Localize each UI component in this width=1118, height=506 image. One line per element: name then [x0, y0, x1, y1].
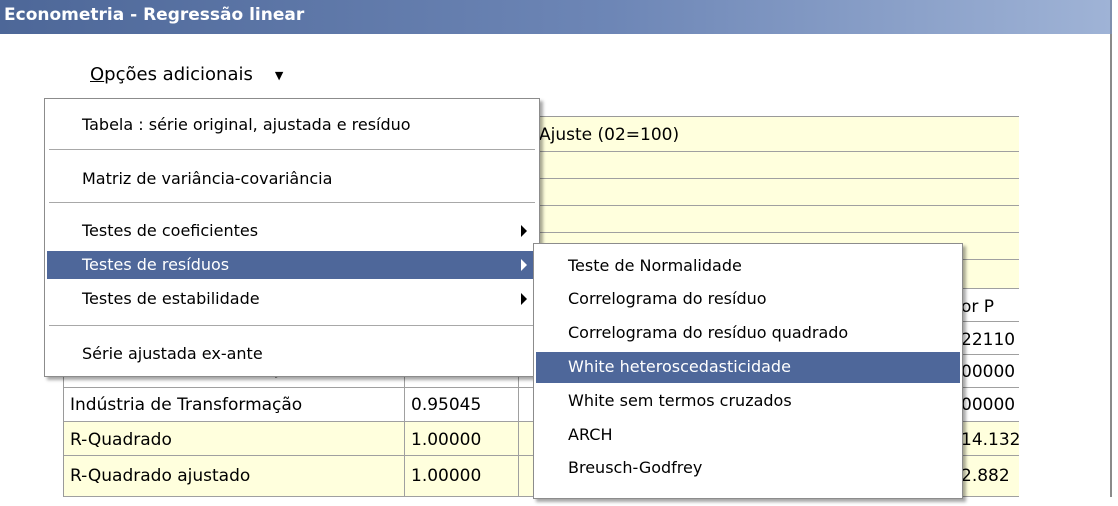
menu-item-residual-tests[interactable]: Testes de resíduos [47, 251, 537, 279]
menu-item-arch[interactable]: ARCH [536, 421, 960, 449]
menu-item-white-heteroscedasticity[interactable]: White heteroscedasticidade [536, 352, 960, 383]
menu-item-squared-residual-correlogram[interactable]: Correlograma do resíduo quadrado [536, 319, 960, 347]
dropdown-arrow-icon: ▼ [274, 68, 284, 82]
additional-options-menu-button[interactable]: Opções adicionais ▼ [90, 64, 283, 92]
menu-item-white-no-cross-terms[interactable]: White sem termos cruzados [536, 387, 960, 415]
submenu-arrow-icon [521, 225, 527, 237]
menu-item-covariance-matrix[interactable]: Matriz de variância-covariância [47, 165, 537, 193]
menu-item-normality-test[interactable]: Teste de Normalidade [536, 252, 960, 280]
residual-tests-submenu: Teste de Normalidade Correlograma do res… [533, 243, 963, 499]
submenu-arrow-icon [521, 259, 527, 271]
table-cell: R-Quadrado ajustado [70, 466, 251, 486]
menu-item-coefficient-tests[interactable]: Testes de coeficientes [47, 217, 537, 245]
menu-item-series-table[interactable]: Tabela : série original, ajustada e resí… [47, 111, 537, 139]
title-bar: Econometria - Regressão linear [0, 0, 1112, 34]
menu-item-ex-ante-series[interactable]: Série ajustada ex-ante [47, 340, 537, 368]
menu-separator [49, 325, 535, 327]
options-mnemonic: O [90, 64, 105, 85]
submenu-arrow-icon [521, 293, 527, 305]
additional-options-dropdown: Tabela : série original, ajustada e resí… [44, 98, 540, 377]
menu-item-breusch-godfrey[interactable]: Breusch-Godfrey [536, 454, 960, 482]
menu-separator [49, 149, 535, 151]
menu-item-stability-tests[interactable]: Testes de estabilidade [47, 285, 537, 313]
table-cell: 2.882 [961, 466, 1010, 486]
menu-item-residual-correlogram[interactable]: Correlograma do resíduo [536, 285, 960, 313]
app-window: Econometria - Regressão linear Opções ad… [0, 0, 1118, 499]
options-label: pções adicionais [104, 64, 253, 85]
menu-separator [49, 202, 535, 204]
window-title: Econometria - Regressão linear [4, 5, 305, 25]
table-cell: 1.00000 [411, 466, 482, 486]
